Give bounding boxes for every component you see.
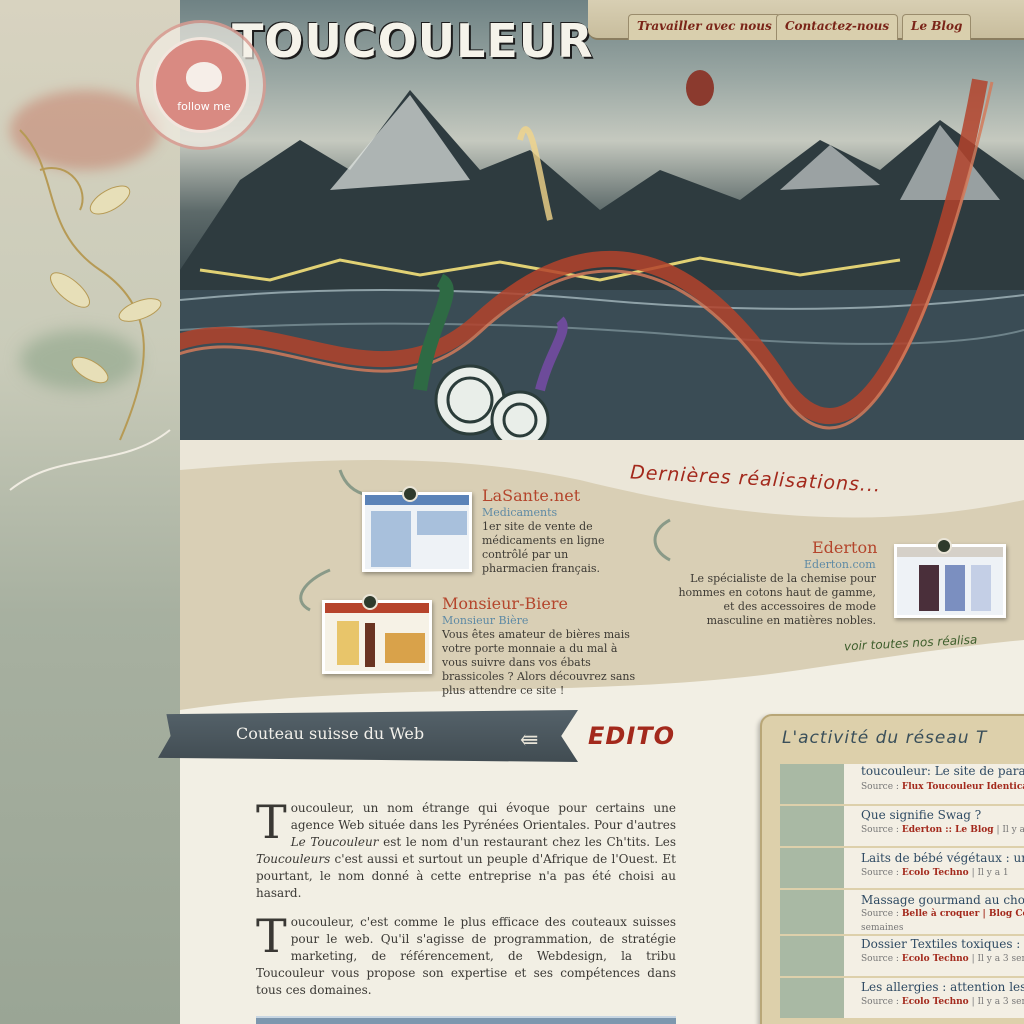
activity-time: semaines — [861, 923, 904, 933]
source-link[interactable]: Belle à croquer | Blog Coqu — [902, 909, 1024, 919]
lasante-thumbnail[interactable] — [362, 492, 472, 572]
edito-body: Toucouleur, un nom étrange qui évoque po… — [256, 795, 676, 1011]
activity-item-title[interactable]: Les allergies : attention les en — [861, 980, 1024, 994]
project-description-ederton: Le spécialiste de la chemise pour hommes… — [678, 572, 876, 627]
arrow-left-icon: ⇚ — [520, 728, 539, 753]
project-subtitle-ederton: Ederton.com — [804, 558, 876, 571]
project-subtitle-monsieur-biere: Monsieur Bière — [442, 614, 529, 627]
activity-item-meta: Source : Belle à croquer | Blog Coqu — [861, 909, 1024, 919]
activity-item-meta: Source : Ecolo Techno | Il y a 3 sem — [861, 954, 1024, 964]
source-link[interactable]: Flux Toucouleur Identica — [902, 782, 1024, 792]
source-link[interactable]: Ecolo Techno — [902, 954, 969, 964]
thumb-block — [417, 511, 467, 535]
project-title-ederton[interactable]: Ederton — [812, 538, 877, 557]
edito-paragraph: Toucouleur, c'est comme le plus efficace… — [256, 909, 676, 999]
activity-item-meta: Source : Ecolo Techno | Il y a 3 sem — [861, 997, 1024, 1007]
pin-icon — [362, 594, 378, 610]
top-navigation: Travailler avec nous Contactez-nous Le B… — [588, 0, 1024, 40]
project-subtitle-lasante: Medicaments — [482, 506, 558, 519]
bartender-figure — [337, 621, 359, 665]
monsieur-biere-thumbnail[interactable] — [322, 600, 432, 674]
ederton-thumbnail[interactable] — [894, 544, 1006, 618]
edito-emphasis: Toucouleurs — [256, 852, 331, 866]
edito-emphasis: Le Toucouleur — [290, 835, 379, 849]
activity-title: L'activité du réseau T — [782, 728, 988, 748]
edito-tag: EDITO — [588, 722, 676, 750]
activity-item-meta: Source : Ederton :: Le Blog | Il y a 1 — [861, 825, 1024, 835]
source-link[interactable]: Ecolo Techno — [902, 997, 969, 1007]
source-label: Source : — [861, 782, 899, 792]
project-description-monsieur-biere: Vous êtes amateur de bières mais votre p… — [442, 628, 636, 697]
floral-flourish — [9, 129, 171, 491]
edito-paragraph: Toucouleur, un nom étrange qui évoque po… — [256, 795, 676, 902]
edito-text: est le nom d'un restaurant chez les Ch't… — [378, 835, 676, 849]
activity-item-title[interactable]: Laits de bébé végétaux : une — [861, 851, 1024, 865]
pin-icon — [936, 538, 952, 554]
pin-icon — [402, 486, 418, 502]
activity-item-title[interactable]: Massage gourmand au choco — [861, 893, 1024, 907]
edito-text: oucouleur, c'est comme le plus efficace … — [256, 915, 676, 997]
site-logo[interactable]: TOUCOULEUR — [232, 14, 594, 68]
source-label: Source : — [861, 825, 899, 835]
source-label: Source : — [861, 954, 899, 964]
drop-cap: T — [256, 909, 287, 963]
bird-icon — [186, 62, 222, 92]
shirt-icon — [919, 565, 939, 611]
activity-time: | Il y a 1 — [996, 825, 1024, 835]
activity-item-meta: Source : Flux Toucouleur Identica — [861, 782, 1024, 792]
shirt-icon — [945, 565, 965, 611]
activity-item-meta: Source : Ecolo Techno | Il y a 1 — [861, 868, 1009, 878]
source-label: Source : — [861, 997, 899, 1007]
follow-me-badge[interactable]: follow me — [136, 20, 266, 150]
project-title-monsieur-biere[interactable]: Monsieur-Biere — [442, 594, 568, 613]
nav-travailler[interactable]: Travailler avec nous — [628, 14, 781, 40]
edito-ribbon-title: Couteau suisse du Web — [236, 724, 425, 743]
activity-item-title[interactable]: Dossier Textiles toxiques : les — [861, 937, 1024, 951]
activity-time: | Il y a 1 — [971, 868, 1009, 878]
thumb-block — [371, 511, 411, 567]
source-link[interactable]: Ecolo Techno — [902, 868, 969, 878]
project-title-lasante[interactable]: LaSante.net — [482, 486, 580, 505]
source-link[interactable]: Ederton :: Le Blog — [902, 825, 994, 835]
activity-time: | Il y a 3 sem — [971, 997, 1024, 1007]
edito-text: oucouleur, un nom étrange qui évoque pou… — [290, 801, 676, 832]
source-label: Source : — [861, 868, 899, 878]
edito-footer-bar — [256, 1016, 676, 1024]
activity-time: | Il y a 3 sem — [971, 954, 1024, 964]
activity-item-title[interactable]: Que signifie Swag ? — [861, 808, 981, 822]
project-description-lasante: 1er site de vente de médicaments en lign… — [482, 520, 605, 575]
thumb-block — [385, 633, 425, 663]
beer-bottle-icon — [365, 623, 375, 667]
left-decoration — [0, 0, 190, 1024]
drop-cap: T — [256, 795, 287, 849]
shirt-icon — [971, 565, 991, 611]
nav-contact[interactable]: Contactez-nous — [776, 14, 899, 40]
activity-item-title[interactable]: toucouleur: Le site de paraph — [861, 764, 1024, 778]
source-label: Source : — [861, 909, 899, 919]
follow-circle: follow me — [153, 37, 249, 133]
nav-blog[interactable]: Le Blog — [902, 14, 972, 40]
follow-label: follow me — [177, 100, 231, 113]
